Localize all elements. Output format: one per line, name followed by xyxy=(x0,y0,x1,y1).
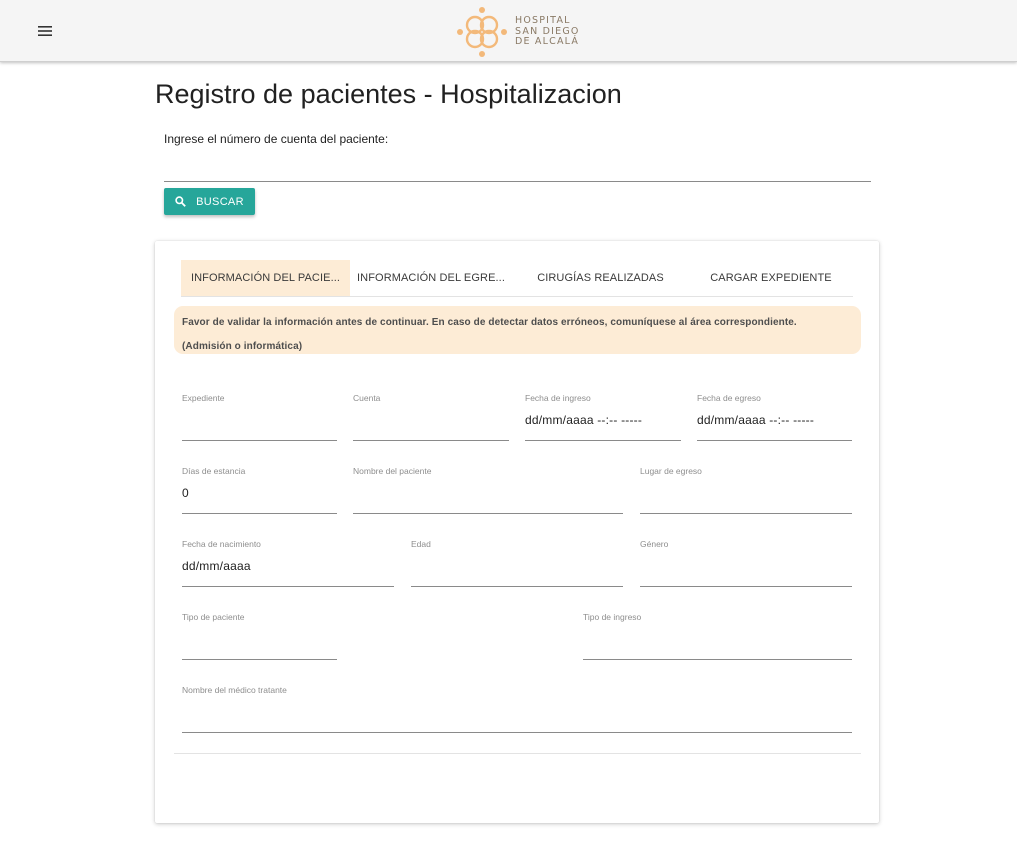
dias-estancia-value: 0 xyxy=(182,486,189,500)
dias-estancia-label: Días de estancia xyxy=(182,466,246,476)
tipo-paciente-field[interactable]: Tipo de paciente xyxy=(182,612,337,660)
search-button-label: BUSCAR xyxy=(196,195,244,208)
fecha-nacimiento-field[interactable]: Fecha de nacimiento dd/mm/aaaa xyxy=(182,539,394,587)
cuenta-label: Cuenta xyxy=(353,393,381,403)
fecha-egreso-field[interactable]: Fecha de egreso dd/mm/aaaa --:-- ----- xyxy=(697,393,852,441)
field-underline xyxy=(182,440,337,441)
cuenta-field[interactable]: Cuenta xyxy=(353,393,509,441)
tab-informacion-paciente[interactable]: INFORMACIÓN DEL PACIE... xyxy=(181,260,350,296)
validation-alert: Favor de validar la información antes de… xyxy=(174,306,861,354)
tab-cargar-expediente[interactable]: CARGAR EXPEDIENTE xyxy=(689,260,853,296)
top-app-bar: HOSPITAL SAN DIEGO DE ALCALÁ xyxy=(0,0,1017,62)
field-underline xyxy=(182,513,337,514)
field-underline xyxy=(583,659,852,660)
fecha-egreso-value: dd/mm/aaaa --:-- ----- xyxy=(697,413,815,427)
tipo-ingreso-field[interactable]: Tipo de ingreso xyxy=(583,612,852,660)
medico-tratante-field[interactable]: Nombre del médico tratante xyxy=(182,685,852,733)
expediente-label: Expediente xyxy=(182,393,225,403)
search-button[interactable]: BUSCAR xyxy=(164,188,255,215)
account-search-label: Ingrese el número de cuenta del paciente… xyxy=(164,132,389,146)
nombre-paciente-field[interactable]: Nombre del paciente xyxy=(353,466,623,514)
page-title: Registro de pacientes - Hospitalizacion xyxy=(155,79,622,109)
hamburger-menu-icon[interactable] xyxy=(32,20,58,42)
tab-bar: INFORMACIÓN DEL PACIE... INFORMACIÓN DEL… xyxy=(181,260,853,297)
fecha-egreso-label: Fecha de egreso xyxy=(697,393,761,403)
search-icon xyxy=(175,196,187,207)
fecha-ingreso-field[interactable]: Fecha de ingreso dd/mm/aaaa --:-- ----- xyxy=(525,393,681,441)
fecha-ingreso-label: Fecha de ingreso xyxy=(525,393,591,403)
account-number-input[interactable] xyxy=(164,150,871,182)
field-underline xyxy=(353,440,509,441)
expediente-field[interactable]: Expediente xyxy=(182,393,337,441)
fecha-ingreso-value: dd/mm/aaaa --:-- ----- xyxy=(525,413,643,427)
genero-field[interactable]: Género xyxy=(640,539,852,587)
hospital-logo-text: HOSPITAL SAN DIEGO DE ALCALÁ xyxy=(515,16,580,48)
field-underline xyxy=(353,513,623,514)
field-underline xyxy=(640,513,852,514)
field-underline xyxy=(525,440,681,441)
lugar-egreso-field[interactable]: Lugar de egreso xyxy=(640,466,852,514)
field-underline xyxy=(697,440,852,441)
edad-label: Edad xyxy=(411,539,431,549)
patient-info-card: INFORMACIÓN DEL PACIE... INFORMACIÓN DEL… xyxy=(155,241,879,823)
nombre-paciente-label: Nombre del paciente xyxy=(353,466,432,476)
field-underline xyxy=(182,659,337,660)
hospital-logo[interactable]: HOSPITAL SAN DIEGO DE ALCALÁ xyxy=(455,5,585,59)
tab-informacion-egreso[interactable]: INFORMACIÓN DEL EGRE... xyxy=(350,260,512,296)
edad-field[interactable]: Edad xyxy=(411,539,623,587)
field-underline xyxy=(640,586,852,587)
alert-line-2: (Admisión o informática) xyxy=(182,341,303,352)
field-underline xyxy=(182,586,394,587)
field-underline xyxy=(182,732,852,733)
medico-tratante-label: Nombre del médico tratante xyxy=(182,685,287,695)
field-underline xyxy=(411,586,623,587)
fecha-nacimiento-value: dd/mm/aaaa xyxy=(182,559,251,573)
logo-line-3: DE ALCALÁ xyxy=(515,36,580,48)
fecha-nacimiento-label: Fecha de nacimiento xyxy=(182,539,261,549)
hospital-logo-icon xyxy=(457,7,507,57)
card-divider xyxy=(174,753,861,754)
alert-line-1: Favor de validar la información antes de… xyxy=(182,317,797,328)
lugar-egreso-label: Lugar de egreso xyxy=(640,466,702,476)
tipo-ingreso-label: Tipo de ingreso xyxy=(583,612,642,622)
dias-estancia-field[interactable]: Días de estancia 0 xyxy=(182,466,337,514)
genero-label: Género xyxy=(640,539,669,549)
tipo-paciente-label: Tipo de paciente xyxy=(182,612,245,622)
tab-cirugias-realizadas[interactable]: CIRUGÍAS REALIZADAS xyxy=(512,260,689,296)
